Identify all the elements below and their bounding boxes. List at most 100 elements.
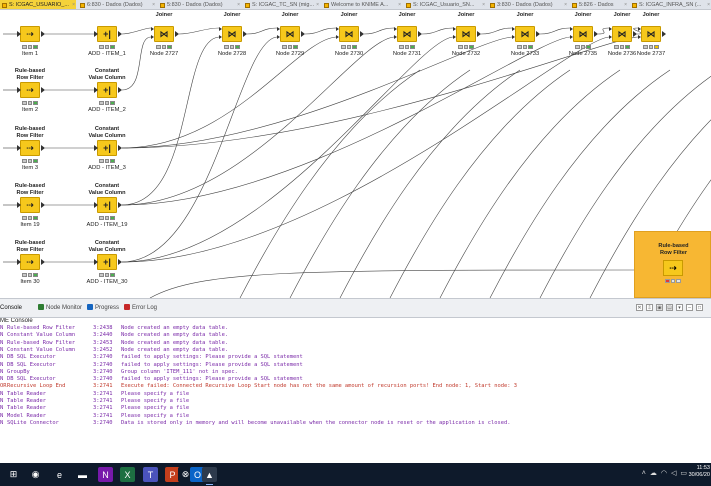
node-label[interactable]: ADD - ITEM_30 — [57, 279, 157, 286]
output-port[interactable] — [633, 31, 637, 37]
constant-value-column-node-icon[interactable]: +| — [97, 26, 117, 42]
connection-wire[interactable] — [239, 69, 421, 298]
connection-wire[interactable] — [121, 36, 610, 263]
workflow-canvas[interactable]: ⇢ Item 1 Rule-based Row Filter ⇢ Item 2 Rule-… — [0, 10, 711, 298]
output-port[interactable] — [477, 31, 481, 37]
input-port[interactable] — [17, 145, 21, 151]
output-port[interactable] — [41, 145, 45, 151]
output-port[interactable] — [41, 31, 45, 37]
output-port[interactable] — [536, 31, 540, 37]
constant-value-column-node-icon[interactable]: +| — [97, 140, 117, 156]
clear-console-icon[interactable]: ✕ — [636, 304, 643, 311]
constant-value-column-node-icon[interactable]: +| — [97, 82, 117, 98]
input-port[interactable] — [219, 27, 222, 31]
console-tab-progress[interactable]: Progress — [87, 304, 119, 313]
connection-wire[interactable] — [539, 27, 571, 35]
connection-wire[interactable] — [421, 27, 454, 35]
teams-icon[interactable]: T — [143, 467, 158, 482]
input-port[interactable] — [17, 202, 21, 208]
input-port[interactable] — [151, 27, 154, 31]
joiner-node-icon[interactable]: ⋈ — [154, 26, 174, 42]
battery-icon[interactable]: ▭ — [680, 469, 687, 479]
node-label[interactable]: ADD - ITEM_19 — [57, 222, 157, 229]
scroll-lock-icon[interactable]: ⇩ — [646, 304, 653, 311]
output-port[interactable] — [243, 31, 247, 37]
connection-wire[interactable] — [121, 36, 152, 91]
input-port[interactable] — [277, 27, 280, 31]
output-port[interactable] — [41, 87, 45, 93]
close-tab-icon[interactable]: × — [398, 0, 401, 9]
input-port[interactable] — [638, 27, 641, 31]
editor-tab[interactable]: 6:830 - Dados (Dados) × — [78, 0, 156, 9]
input-port[interactable] — [17, 31, 21, 37]
input-port[interactable] — [94, 145, 98, 151]
rule-row-filter-metanode[interactable]: Rule-based Row Filter ⇢ — [634, 231, 711, 298]
joiner-node-icon[interactable]: ⋈ — [339, 26, 359, 42]
input-port[interactable] — [336, 35, 339, 39]
input-port[interactable] — [609, 27, 612, 31]
connection-wire[interactable] — [597, 27, 610, 35]
input-port[interactable] — [512, 27, 515, 31]
connection-wire[interactable] — [121, 36, 571, 206]
connection-wire[interactable] — [439, 69, 621, 298]
rule-row-filter-node-icon[interactable]: ⇢ — [663, 260, 683, 276]
file-explorer-icon[interactable]: ▬ — [75, 467, 90, 482]
input-port[interactable] — [570, 27, 573, 31]
constant-value-column-node-icon[interactable]: +| — [97, 254, 117, 270]
input-port[interactable] — [17, 87, 21, 93]
editor-tab[interactable]: S: ICGAC_Usuario_SN... × — [404, 0, 486, 9]
close-tab-icon[interactable]: × — [564, 0, 567, 9]
output-port[interactable] — [118, 202, 122, 208]
input-port[interactable] — [453, 27, 456, 31]
clock[interactable]: 11:53 30/06/20 — [687, 465, 711, 479]
console-tab-node-monitor[interactable]: Node Monitor — [38, 304, 82, 313]
input-port[interactable] — [570, 35, 573, 39]
wifi-icon[interactable]: ◠ — [661, 469, 667, 479]
console-tab-console[interactable]: Console — [0, 304, 22, 313]
input-port[interactable] — [394, 27, 397, 31]
rule-row-filter-node-icon[interactable]: ⇢ — [20, 82, 40, 98]
close-tab-icon[interactable]: × — [72, 0, 75, 9]
connection-wire[interactable] — [289, 69, 471, 298]
excel-icon[interactable]: X — [120, 467, 135, 482]
cloud-icon[interactable]: ☁ — [650, 469, 657, 479]
output-port[interactable] — [175, 31, 179, 37]
rule-row-filter-node-icon[interactable]: ⇢ — [20, 140, 40, 156]
input-port[interactable] — [17, 259, 21, 265]
output-port[interactable] — [41, 202, 45, 208]
edge-icon[interactable]: e — [52, 467, 67, 482]
close-tab-icon[interactable]: × — [237, 0, 240, 9]
close-tab-icon[interactable]: × — [316, 0, 319, 9]
node-label[interactable]: Node 2737 — [601, 51, 701, 58]
connection-wire[interactable] — [480, 27, 513, 35]
output-port[interactable] — [301, 31, 305, 37]
input-port[interactable] — [151, 35, 154, 39]
connection-wire[interactable] — [178, 27, 220, 35]
output-port[interactable] — [118, 259, 122, 265]
node-label[interactable]: ADD - ITEM_2 — [57, 107, 157, 114]
console-tab-error-log[interactable]: Error Log — [124, 304, 157, 313]
editor-tab[interactable]: S: ICGAC_TC_SN (mig... × — [243, 0, 320, 9]
pin-console-icon[interactable]: ▣ — [656, 304, 663, 311]
editor-tab[interactable]: 5:826 - Dados × — [570, 0, 628, 9]
input-port[interactable] — [336, 27, 339, 31]
joiner-node-icon[interactable]: ⋈ — [456, 26, 476, 42]
windows-start-icon[interactable]: ⊞ — [6, 467, 21, 482]
output-port[interactable] — [594, 31, 598, 37]
connection-wire[interactable] — [121, 36, 220, 206]
output-port[interactable] — [418, 31, 422, 37]
input-port[interactable] — [512, 35, 515, 39]
connection-wire[interactable] — [363, 27, 395, 35]
input-port[interactable] — [638, 35, 641, 39]
output-port[interactable] — [662, 31, 666, 37]
editor-tab[interactable]: S: ICGAC_INFRA_SN (... × — [630, 0, 711, 9]
joiner-node-icon[interactable]: ⋈ — [573, 26, 593, 42]
maximize-icon[interactable]: □ — [696, 304, 703, 311]
joiner-node-icon[interactable]: ⋈ — [222, 26, 242, 42]
console-output[interactable]: ME Console N Rule-based Row Filter 3:2438 N… — [0, 318, 711, 463]
input-port[interactable] — [94, 31, 98, 37]
editor-tab[interactable]: Welcome to KNIME A... × — [322, 0, 402, 9]
close-tab-icon[interactable]: × — [707, 0, 710, 9]
output-port[interactable] — [41, 259, 45, 265]
rule-row-filter-node-icon[interactable]: ⇢ — [20, 197, 40, 213]
